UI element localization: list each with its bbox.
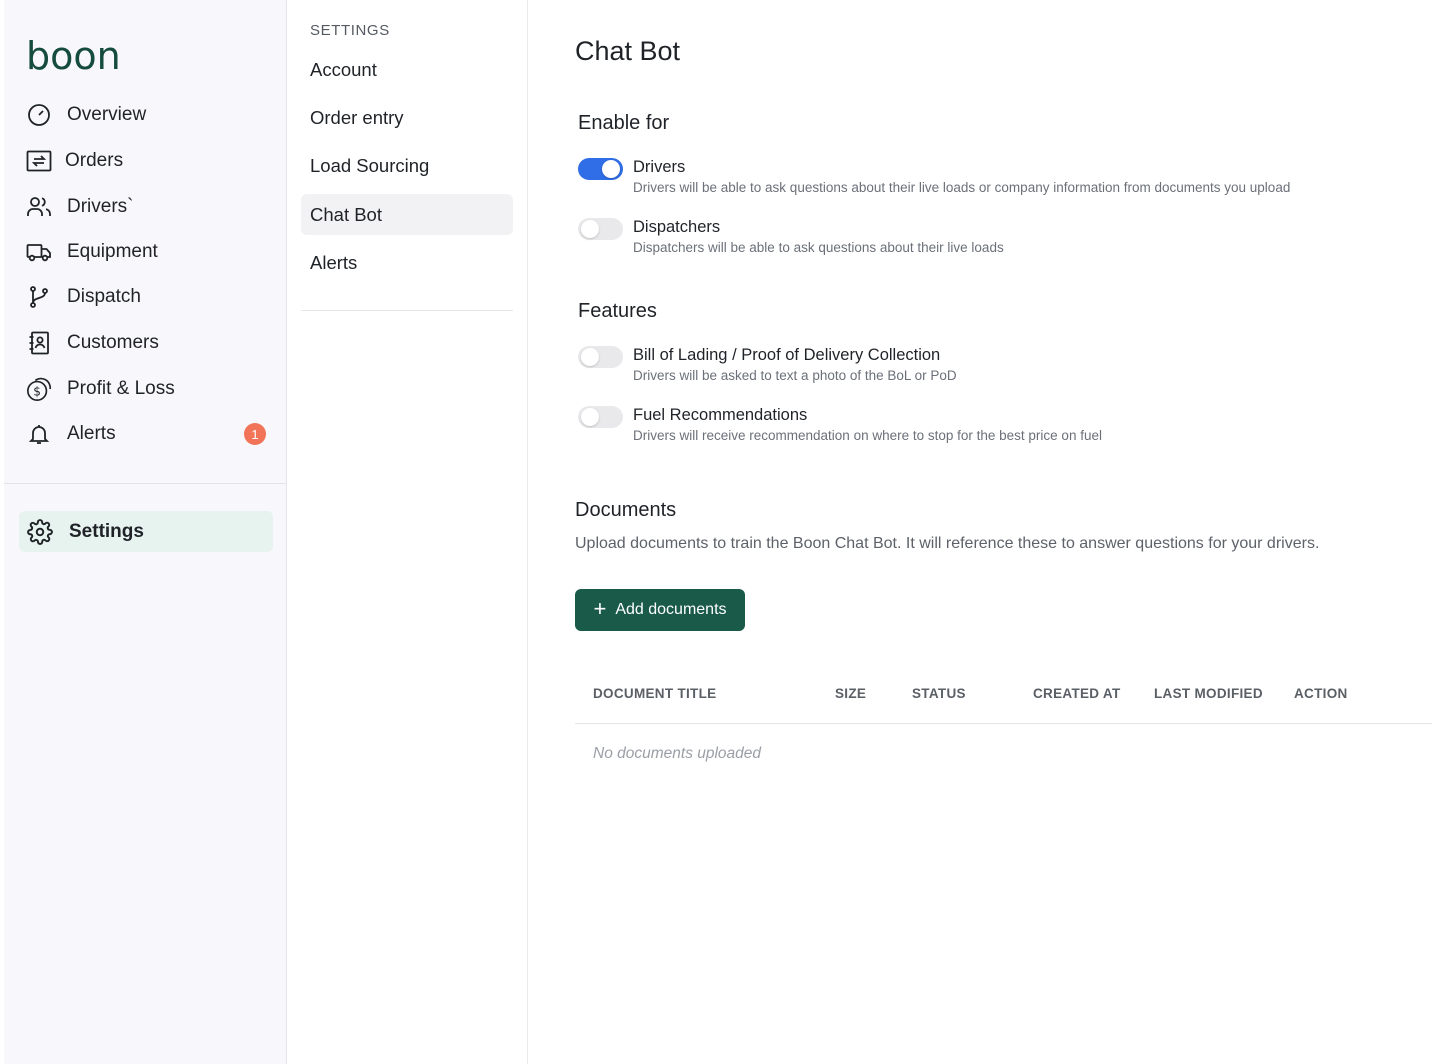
toggle-knob [581, 220, 599, 238]
documents-description: Upload documents to train the Boon Chat … [575, 535, 1320, 552]
settings-nav-alerts[interactable]: Alerts [301, 242, 513, 283]
bol-pod-toggle-description: Drivers will be asked to text a photo of… [633, 368, 957, 383]
column-status[interactable]: STATUS [912, 686, 966, 701]
bell-icon [26, 421, 52, 447]
sidebar-item-label: Orders [65, 150, 124, 171]
column-action[interactable]: ACTION [1294, 686, 1348, 701]
documents-table-header: DOCUMENT TITLE SIZE STATUS CREATED AT LA… [575, 672, 1432, 724]
plus-icon: + [593, 596, 607, 621]
settings-label: Settings [69, 520, 144, 542]
sidebar-item-label: Overview [67, 104, 147, 125]
sidebar-item-overview[interactable]: Overview [26, 97, 276, 133]
sidebar-item-orders[interactable]: Orders [26, 143, 276, 179]
sidebar-item-dispatch[interactable]: Dispatch [26, 279, 276, 315]
transfer-icon [26, 148, 52, 174]
sidebar-item-label: Equipment [67, 241, 158, 262]
settings-nav-order-entry[interactable]: Order entry [301, 97, 513, 138]
dispatchers-toggle-description: Dispatchers will be able to ask question… [633, 240, 1004, 255]
sidebar-item-equipment[interactable]: Equipment [26, 234, 276, 270]
enable-for-heading: Enable for [578, 112, 670, 134]
settings-nav-divider [301, 310, 513, 311]
dispatchers-toggle-row: Dispatchers Dispatchers will be able to … [578, 217, 1004, 258]
git-branch-icon [26, 284, 52, 310]
bol-pod-toggle-row: Bill of Lading / Proof of Delivery Colle… [578, 345, 957, 386]
toggle-knob [581, 408, 599, 426]
sidebar-item-label: Drivers` [67, 196, 134, 217]
settings-nav-load-sourcing[interactable]: Load Sourcing [301, 145, 513, 186]
settings-nav-heading: SETTINGS [310, 22, 390, 39]
gear-icon [27, 518, 53, 545]
column-size[interactable]: SIZE [835, 686, 866, 701]
drivers-toggle[interactable] [578, 158, 623, 180]
coins-icon: $ [26, 376, 52, 402]
add-documents-button[interactable]: + Add documents [575, 589, 745, 631]
documents-heading: Documents [575, 499, 677, 521]
fuel-toggle-description: Drivers will receive recommendation on w… [633, 428, 1102, 443]
alerts-count-badge: 1 [244, 423, 266, 445]
sidebar-item-drivers[interactable]: Drivers` [26, 189, 276, 225]
page-title: Chat Bot [575, 36, 681, 66]
dispatchers-toggle-label: Dispatchers [633, 218, 721, 236]
drivers-toggle-description: Drivers will be able to ask questions ab… [633, 180, 1291, 195]
fuel-recommendations-toggle[interactable] [578, 406, 623, 428]
boon-logo[interactable]: boon [26, 34, 121, 78]
svg-text:$: $ [33, 385, 41, 399]
toggle-knob [602, 160, 620, 178]
settings-nav: SETTINGS Account Order entry Load Sourci… [288, 0, 528, 1064]
sidebar-item-customers[interactable]: Customers [26, 325, 276, 361]
sidebar-divider [4, 483, 287, 484]
sidebar-item-label: Dispatch [67, 286, 141, 307]
bol-pod-toggle[interactable] [578, 346, 623, 368]
column-last-modified[interactable]: LAST MODIFIED [1154, 686, 1263, 701]
sidebar-item-settings[interactable]: Settings [19, 511, 273, 552]
add-documents-label: Add documents [615, 601, 727, 618]
settings-nav-chat-bot[interactable]: Chat Bot [301, 194, 513, 235]
drivers-toggle-row: Drivers Drivers will be able to ask ques… [578, 157, 1290, 198]
dispatchers-toggle[interactable] [578, 218, 623, 240]
truck-icon [26, 239, 52, 265]
column-created-at[interactable]: CREATED AT [1033, 686, 1121, 701]
bol-pod-toggle-label: Bill of Lading / Proof of Delivery Colle… [633, 346, 941, 364]
fuel-toggle-row: Fuel Recommendations Drivers will receiv… [578, 405, 1102, 446]
column-document-title[interactable]: DOCUMENT TITLE [593, 686, 716, 701]
main-content: Chat Bot Enable for Drivers Drivers will… [528, 0, 1432, 1064]
fuel-toggle-label: Fuel Recommendations [633, 406, 808, 424]
sidebar-item-profit-loss[interactable]: $ Profit & Loss [26, 371, 276, 407]
features-heading: Features [578, 300, 657, 322]
empty-documents-message: No documents uploaded [593, 745, 762, 762]
sidebar-item-alerts[interactable]: Alerts 1 [26, 416, 276, 452]
sidebar-item-label: Customers [67, 332, 159, 353]
sidebar-item-label: Alerts [67, 423, 116, 444]
gauge-icon [26, 102, 52, 128]
primary-sidebar: boon Overview Orders Drivers` Equipment … [4, 0, 287, 1064]
toggle-knob [581, 348, 599, 366]
drivers-toggle-label: Drivers [633, 158, 686, 176]
sidebar-item-label: Profit & Loss [67, 378, 175, 399]
users-icon [26, 194, 52, 220]
settings-nav-account[interactable]: Account [301, 49, 513, 90]
contact-book-icon [26, 330, 52, 356]
